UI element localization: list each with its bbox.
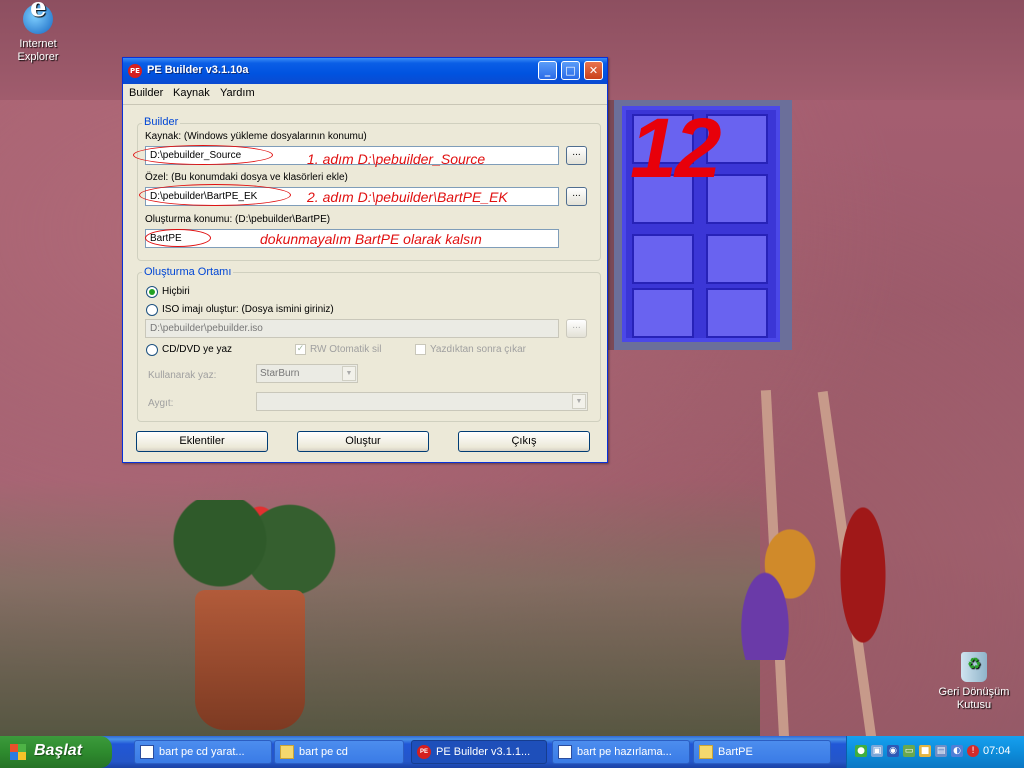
taskbar: Başlat bart pe cd yarat... bart pe cd PE…: [0, 736, 1024, 768]
wallpaper-dried-flowers: [720, 500, 820, 660]
taskbar-item-label: bart pe cd yarat...: [159, 746, 245, 758]
iso-path-input[interactable]: D:\pebuilder\pebuilder.iso: [145, 319, 559, 338]
maximize-button[interactable]: □: [561, 61, 580, 80]
desktop-icon-label: Internet: [19, 38, 57, 50]
taskbar-item[interactable]: bart pe hazırlama...: [552, 740, 690, 764]
taskbar-item-label: bart pe hazırlama...: [577, 746, 672, 758]
folder-icon: [699, 745, 713, 759]
annotation-ellipse-output: [145, 229, 211, 247]
chevron-down-icon[interactable]: ▼: [342, 366, 356, 381]
device-label: Aygıt:: [148, 398, 174, 409]
start-button[interactable]: Başlat: [0, 736, 112, 768]
rw-erase-label: RW Otomatik sil: [310, 344, 382, 355]
desktop-icon-internet-explorer[interactable]: Internet Explorer: [0, 2, 76, 64]
custom-label: Özel: (Bu konumdaki dosya ve klasörleri …: [145, 172, 348, 183]
output-label: Oluşturma konumu: (D:\pebuilder\BartPE): [145, 214, 331, 225]
window-title: PE Builder v3.1.10a: [147, 64, 249, 76]
wallpaper-pane: [706, 288, 768, 338]
device-select[interactable]: ▼: [256, 392, 588, 411]
radio-none-label[interactable]: Hiçbiri: [162, 286, 190, 297]
desktop-icon-label: Kutusu: [956, 699, 992, 711]
taskbar-item-label: PE Builder v3.1.1...: [436, 746, 531, 758]
windows-logo-icon: [10, 744, 26, 760]
folder-tray-icon[interactable]: ■: [919, 745, 931, 757]
sync-icon[interactable]: ◉: [887, 745, 899, 757]
burner-select-value: StarBurn: [260, 368, 300, 379]
pe-builder-app-icon: PE: [128, 64, 142, 78]
exit-button[interactable]: Çıkış: [458, 431, 590, 452]
taskbar-item-label: bart pe cd: [299, 746, 348, 758]
desktop-icon-recycle-bin[interactable]: Geri Dönüşüm Kutusu: [936, 652, 1012, 712]
wallpaper-garden: [0, 480, 760, 740]
rw-erase-checkbox[interactable]: ✓: [295, 344, 306, 355]
menu-yardim[interactable]: Yardım: [220, 87, 255, 99]
burner-select[interactable]: StarBurn ▼: [256, 364, 358, 383]
radio-iso[interactable]: [146, 304, 158, 316]
menu-builder[interactable]: Builder: [129, 87, 163, 99]
wallpaper-pane: [632, 234, 694, 284]
wallpaper-chili-ristra: [828, 470, 898, 680]
taskbar-item[interactable]: BartPE: [693, 740, 831, 764]
alert-icon[interactable]: !: [967, 745, 979, 757]
chevron-down-icon[interactable]: ▼: [572, 394, 586, 409]
document-icon: [140, 745, 154, 759]
wallpaper-geraniums: [160, 500, 360, 600]
annotation-ellipse-source: [133, 145, 273, 165]
close-button[interactable]: ✕: [584, 61, 603, 80]
radio-cd-dvd[interactable]: [146, 344, 158, 356]
document-icon: [558, 745, 572, 759]
start-label: Başlat: [34, 742, 83, 759]
eject-checkbox[interactable]: [415, 344, 426, 355]
device-icon[interactable]: ▤: [935, 745, 947, 757]
annotation-step1: 1. adım D:\pebuilder_Source: [307, 151, 486, 167]
radio-iso-label[interactable]: ISO imajı oluştur: (Dosya ismini giriniz…: [162, 304, 334, 315]
eject-label: Yazdıktan sonra çıkar: [430, 344, 526, 355]
annotation-step3: dokunmayalım BartPE olarak kalsın: [260, 231, 482, 247]
pe-builder-window: PE PE Builder v3.1.10a _ □ ✕ Builder Kay…: [122, 57, 608, 463]
battery-icon[interactable]: ▭: [903, 745, 915, 757]
internet-explorer-icon: [23, 2, 53, 34]
security-icon[interactable]: ◐: [951, 745, 963, 757]
burn-using-label: Kullanarak yaz:: [148, 370, 217, 381]
custom-browse-button[interactable]: ...: [566, 187, 587, 206]
annotation-ellipse-custom: [139, 184, 291, 206]
recycle-bin-icon: [961, 652, 987, 682]
radio-none[interactable]: [146, 286, 158, 298]
plugins-button[interactable]: Eklentiler: [136, 431, 268, 452]
builder-group-label: Builder: [142, 116, 181, 128]
menu-bar: Builder Kaynak Yardım: [123, 84, 607, 105]
pe-builder-icon: PE: [417, 745, 431, 759]
desktop-icon-label: Explorer: [17, 51, 59, 63]
wallpaper-flowerpot: [195, 590, 305, 730]
taskbar-item-label: BartPE: [718, 746, 753, 758]
source-label: Kaynak: (Windows yükleme dosyalarının ko…: [145, 131, 367, 142]
clock[interactable]: 07:04: [983, 745, 1011, 757]
minimize-button[interactable]: _: [538, 61, 557, 80]
radio-cd-dvd-label[interactable]: CD/DVD ye yaz: [162, 344, 232, 355]
menu-kaynak[interactable]: Kaynak: [173, 87, 210, 99]
system-tray: ● ▣ ◉ ▭ ■ ▤ ◐ ! 07:04: [846, 736, 1024, 768]
taskbar-item-active[interactable]: PE PE Builder v3.1.1...: [411, 740, 547, 764]
step-number-overlay: 12: [630, 101, 721, 195]
network-icon[interactable]: ▣: [871, 745, 883, 757]
wallpaper-pane: [706, 234, 768, 284]
iso-browse-button[interactable]: ...: [566, 319, 587, 338]
media-group-label: Oluşturma Ortamı: [142, 266, 234, 278]
annotation-step2: 2. adım D:\pebuilder\BartPE_EK: [307, 189, 508, 205]
taskbar-item[interactable]: bart pe cd yarat...: [134, 740, 272, 764]
folder-icon: [280, 745, 294, 759]
desktop-icon-label: Geri Dönüşüm: [938, 686, 1010, 698]
wallpaper-pane: [632, 288, 694, 338]
window-titlebar[interactable]: PE PE Builder v3.1.10a _ □ ✕: [123, 58, 607, 84]
source-browse-button[interactable]: ...: [566, 146, 587, 165]
build-button[interactable]: Oluştur: [297, 431, 429, 452]
taskbar-item[interactable]: bart pe cd: [274, 740, 404, 764]
user-icon[interactable]: ●: [855, 745, 867, 757]
